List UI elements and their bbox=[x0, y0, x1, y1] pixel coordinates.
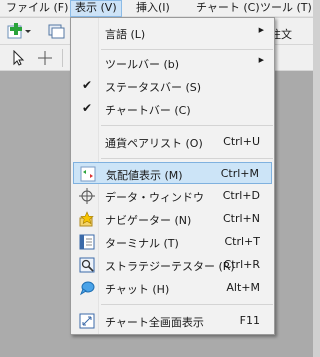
menu-item-navigator[interactable]: ナビゲーター (N) Ctrl+N bbox=[73, 208, 272, 230]
menu-item-fullscreen[interactable]: チャート全画面表示 F11 bbox=[73, 310, 272, 332]
submenu-arrow-icon: ▶ bbox=[258, 26, 264, 34]
crosshair-icon bbox=[38, 51, 52, 65]
menu-insert[interactable]: 挿入(I) bbox=[132, 0, 174, 17]
menu-item-shortcut: Ctrl+T bbox=[224, 235, 260, 248]
menu-item-market-watch[interactable]: 気配値表示 (M) Ctrl+M bbox=[73, 162, 272, 184]
menu-chart[interactable]: チャート (C) bbox=[192, 0, 264, 17]
menu-item-label: データ・ウィンドウ bbox=[105, 191, 204, 204]
menu-item-label: 気配値表示 (M) bbox=[106, 169, 183, 182]
menu-separator bbox=[101, 158, 273, 159]
menu-item-label: 言語 (L) bbox=[105, 28, 146, 41]
fullscreen-icon bbox=[78, 312, 96, 330]
menu-item-status-bar[interactable]: ✔ ステータスバー (S) bbox=[73, 75, 272, 97]
menu-item-chat[interactable]: チャット (H) Alt+M bbox=[73, 277, 272, 299]
menu-item-shortcut: Ctrl+R bbox=[223, 258, 260, 271]
market-watch-icon bbox=[79, 165, 97, 183]
new-chart-button[interactable] bbox=[6, 21, 32, 41]
strategy-tester-icon bbox=[78, 256, 96, 274]
crosshair-button[interactable] bbox=[34, 48, 56, 68]
menu-item-label: ステータスバー (S) bbox=[105, 81, 202, 94]
menu-item-label: ターミナル (T) bbox=[105, 237, 179, 250]
menu-item-label: 通貨ペアリスト (O) bbox=[105, 137, 203, 150]
menu-item-label: ナビゲーター (N) bbox=[105, 214, 192, 227]
menu-tools[interactable]: ツール (T) bbox=[256, 0, 316, 17]
cursor-arrow-icon bbox=[13, 50, 25, 66]
menu-separator bbox=[101, 304, 273, 305]
menu-item-label: チャート全画面表示 bbox=[105, 316, 204, 329]
menu-item-shortcut: Ctrl+U bbox=[223, 135, 260, 148]
menu-file[interactable]: ファイル (F) bbox=[2, 0, 72, 17]
crosshair-target-icon bbox=[78, 187, 96, 205]
menu-item-symbols[interactable]: 通貨ペアリスト (O) Ctrl+U bbox=[73, 131, 272, 153]
menu-item-shortcut: F11 bbox=[239, 314, 260, 327]
menu-item-shortcut: Ctrl+D bbox=[222, 189, 260, 202]
menu-item-toolbars[interactable]: ツールバー (b) ▶ bbox=[73, 52, 272, 74]
menu-item-label: チャット (H) bbox=[105, 283, 170, 296]
menu-item-label: ストラテジーテスター (R) bbox=[105, 260, 235, 273]
menu-item-shortcut: Ctrl+N bbox=[222, 212, 260, 225]
menu-view[interactable]: 表示 (V) bbox=[70, 0, 122, 17]
menu-item-shortcut: Ctrl+M bbox=[220, 167, 259, 180]
menu-bar: ファイル (F) 表示 (V) 挿入(I) チャート (C) ツール (T) bbox=[0, 0, 313, 17]
new-chart-icon bbox=[7, 23, 31, 39]
menu-item-strategy-tester[interactable]: ストラテジーテスター (R) Ctrl+R bbox=[73, 254, 272, 276]
submenu-arrow-icon: ▶ bbox=[258, 56, 264, 64]
menu-separator bbox=[101, 125, 273, 126]
checkmark-icon: ✔ bbox=[82, 101, 93, 115]
profiles-button[interactable] bbox=[44, 21, 68, 41]
menu-item-label: チャートバー (C) bbox=[105, 104, 191, 117]
chat-bubble-icon bbox=[78, 279, 96, 297]
toolbar-separator bbox=[62, 49, 63, 67]
terminal-window-icon bbox=[78, 233, 96, 251]
cursor-button[interactable] bbox=[8, 48, 28, 68]
menu-item-terminal[interactable]: ターミナル (T) Ctrl+T bbox=[73, 231, 272, 253]
navigator-star-icon bbox=[78, 210, 96, 228]
menu-item-label: ツールバー (b) bbox=[105, 58, 180, 71]
menu-item-shortcut: Alt+M bbox=[226, 281, 260, 294]
menu-item-chart-bar[interactable]: ✔ チャートバー (C) bbox=[73, 98, 272, 120]
menu-item-data-window[interactable]: データ・ウィンドウ Ctrl+D bbox=[73, 185, 272, 207]
navigator-pane bbox=[0, 71, 70, 357]
checkmark-icon: ✔ bbox=[82, 78, 93, 92]
menu-separator bbox=[101, 49, 273, 50]
menu-item-language[interactable]: 言語 (L) ▶ bbox=[73, 22, 272, 44]
profiles-icon bbox=[48, 24, 65, 39]
view-menu-dropdown: 言語 (L) ▶ ツールバー (b) ▶ ✔ ステータスバー (S) ✔ チャー… bbox=[70, 17, 275, 335]
